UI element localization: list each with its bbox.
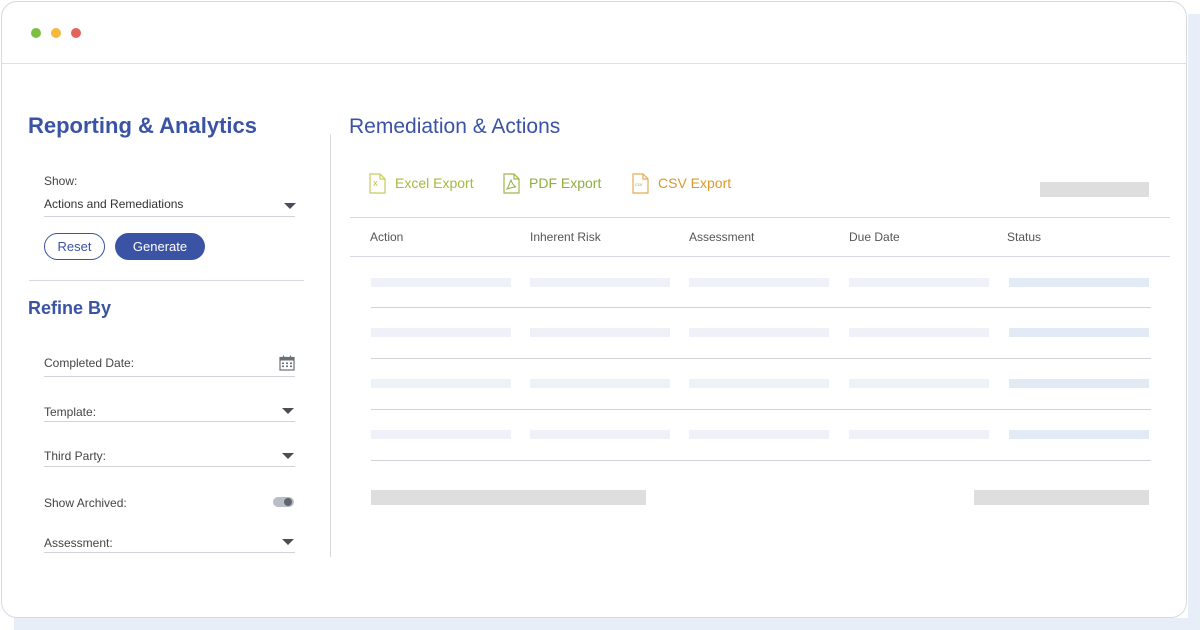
row-divider <box>371 409 1151 410</box>
skeleton-cell <box>849 278 989 287</box>
row-divider <box>371 460 1151 461</box>
pagination-info-placeholder <box>371 490 646 505</box>
window-dot-green[interactable] <box>31 28 41 38</box>
calendar-icon[interactable] <box>279 355 295 371</box>
window-dot-yellow[interactable] <box>51 28 61 38</box>
show-select-underline <box>44 216 295 217</box>
app-window <box>1 1 1187 618</box>
panel-divider <box>330 134 331 557</box>
chevron-down-icon[interactable] <box>284 203 296 209</box>
skeleton-cell <box>1009 328 1149 337</box>
pdf-export-button[interactable]: PDF Export <box>503 172 601 194</box>
skeleton-cell <box>689 328 829 337</box>
template-underline <box>44 421 295 422</box>
skeleton-cell <box>371 430 511 439</box>
svg-text:X: X <box>373 180 378 188</box>
skeleton-cell <box>530 379 670 388</box>
show-archived-label: Show Archived: <box>44 496 127 510</box>
csv-export-label: CSV Export <box>658 175 732 191</box>
pagination-controls-placeholder[interactable] <box>974 490 1149 505</box>
table-top-border <box>350 217 1170 218</box>
skeleton-cell <box>849 430 989 439</box>
excel-file-icon: X <box>369 172 386 194</box>
skeleton-cell <box>1009 379 1149 388</box>
chevron-down-icon[interactable] <box>282 408 294 414</box>
show-label: Show: <box>44 174 78 188</box>
excel-export-label: Excel Export <box>395 175 474 191</box>
excel-export-button[interactable]: X Excel Export <box>369 172 474 194</box>
sidebar-title: Reporting & Analytics <box>28 113 257 138</box>
pdf-export-label: PDF Export <box>529 175 602 191</box>
show-select-value[interactable]: Actions and Remediations <box>44 197 183 211</box>
search-placeholder-bar[interactable] <box>1040 182 1149 197</box>
column-header-action[interactable]: Action <box>370 230 403 244</box>
completed-date-underline <box>44 376 295 377</box>
skeleton-cell <box>1009 278 1149 287</box>
csv-export-button[interactable]: csv CSV Export <box>632 172 731 194</box>
skeleton-cell <box>689 278 829 287</box>
assessment-select[interactable]: Assessment: <box>44 536 113 550</box>
sidebar-divider <box>29 280 304 281</box>
window-shadow-right <box>1188 14 1200 630</box>
window-dot-red[interactable] <box>71 28 81 38</box>
third-party-select[interactable]: Third Party: <box>44 449 106 463</box>
column-header-assessment[interactable]: Assessment <box>689 230 754 244</box>
skeleton-cell <box>371 328 511 337</box>
completed-date-field[interactable]: Completed Date: <box>44 356 134 370</box>
skeleton-cell <box>371 278 511 287</box>
skeleton-cell <box>530 430 670 439</box>
skeleton-cell <box>530 278 670 287</box>
main-title: Remediation & Actions <box>349 115 561 138</box>
svg-text:csv: csv <box>635 183 643 188</box>
table-header-border <box>350 256 1170 257</box>
skeleton-cell <box>689 430 829 439</box>
skeleton-cell <box>849 379 989 388</box>
row-divider <box>371 307 1151 308</box>
skeleton-cell <box>371 379 511 388</box>
column-header-inherent-risk[interactable]: Inherent Risk <box>530 230 601 244</box>
assessment-underline <box>44 552 295 553</box>
row-divider <box>371 358 1151 359</box>
skeleton-cell <box>1009 430 1149 439</box>
reset-button[interactable]: Reset <box>44 233 105 260</box>
column-header-due-date[interactable]: Due Date <box>849 230 900 244</box>
template-select[interactable]: Template: <box>44 405 96 419</box>
window-titlebar <box>2 2 1186 64</box>
pdf-file-icon <box>503 172 520 194</box>
show-archived-toggle[interactable] <box>273 497 294 507</box>
generate-button[interactable]: Generate <box>115 233 205 260</box>
skeleton-cell <box>530 328 670 337</box>
refine-title: Refine By <box>28 298 112 318</box>
chevron-down-icon[interactable] <box>282 539 294 545</box>
toggle-knob <box>284 498 292 506</box>
third-party-underline <box>44 466 295 467</box>
skeleton-cell <box>689 379 829 388</box>
chevron-down-icon[interactable] <box>282 453 294 459</box>
column-header-status[interactable]: Status <box>1007 230 1041 244</box>
csv-file-icon: csv <box>632 172 649 194</box>
skeleton-cell <box>849 328 989 337</box>
window-shadow-bottom <box>14 618 1200 630</box>
